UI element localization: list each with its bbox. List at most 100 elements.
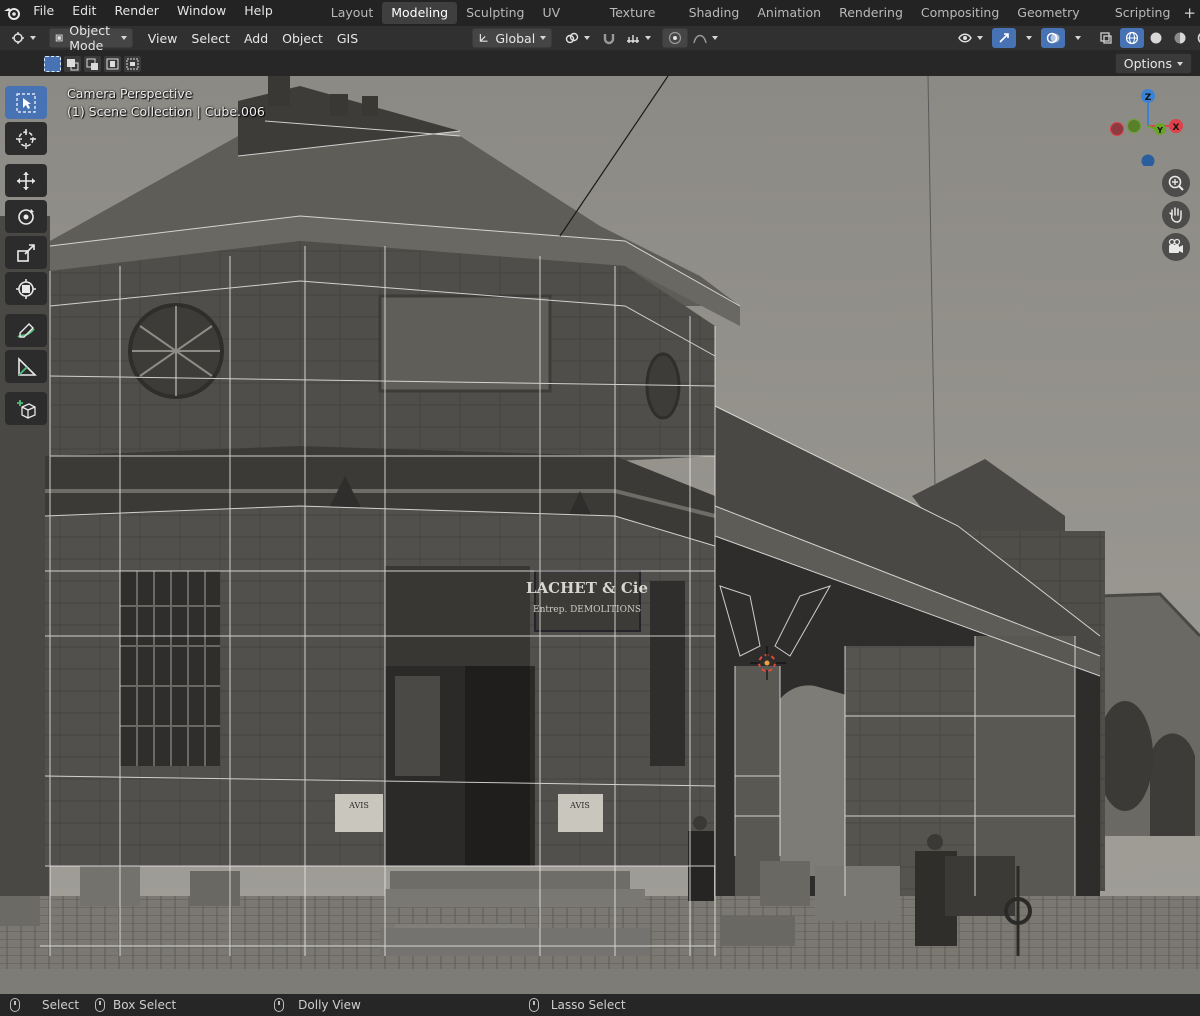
add-workspace-button[interactable]: + xyxy=(1179,4,1200,22)
neg-y-axis-handle-icon[interactable] xyxy=(1127,119,1141,133)
tab-texture-paint[interactable]: Texture Paint xyxy=(601,2,680,42)
status-select-label: Select xyxy=(42,998,80,1012)
options-dropdown[interactable]: Options xyxy=(1114,53,1192,74)
3d-viewport[interactable]: LACHET & Cie Entrep. DEMOLITIONS AVIS AV… xyxy=(0,76,1200,994)
chevron-down-icon xyxy=(1026,36,1033,40)
viewport-info: Camera Perspective (1) Scene Collection … xyxy=(67,85,265,121)
scale-tool[interactable] xyxy=(5,236,47,269)
overlays-icon xyxy=(1046,32,1060,44)
top-menu-bar: File Edit Render Window Help Layout Mode… xyxy=(0,0,1200,42)
shading-solid-button[interactable] xyxy=(1144,28,1168,48)
workspace-tabs: Layout Modeling Sculpting UV Editing Tex… xyxy=(322,0,1200,42)
tab-geometry-nodes[interactable]: Geometry Nodes xyxy=(1008,2,1106,42)
cursor-tool[interactable] xyxy=(5,122,47,155)
gizmo-arrow-icon xyxy=(999,33,1009,43)
blender-logo-icon[interactable] xyxy=(0,0,24,26)
select-subtract-mode-icon[interactable] xyxy=(84,56,101,72)
ruler-icon xyxy=(18,356,37,376)
proportional-edit-toggle[interactable] xyxy=(662,28,689,48)
menu-help[interactable]: Help xyxy=(235,0,282,26)
move-tool[interactable] xyxy=(5,164,47,197)
pivot-link-icon xyxy=(565,32,579,44)
overlays-toggle[interactable] xyxy=(1041,28,1066,48)
camera-background-photo: LACHET & Cie Entrep. DEMOLITIONS AVIS AV… xyxy=(0,76,1200,994)
menu-add[interactable]: Add xyxy=(237,31,275,46)
editor-type-button[interactable] xyxy=(6,28,41,48)
chevron-down-icon xyxy=(30,36,36,40)
zoom-icon xyxy=(1168,175,1184,191)
select-cursor-icon xyxy=(16,92,36,113)
navigation-gizmo[interactable]: Z X Y xyxy=(1108,86,1188,166)
falloff-dropdown[interactable] xyxy=(688,28,723,48)
mode-dropdown[interactable]: Object Mode xyxy=(49,23,133,53)
shading-rendered-button[interactable] xyxy=(1192,28,1200,48)
chevron-down-icon xyxy=(645,36,652,40)
snap-toggle[interactable] xyxy=(597,28,621,48)
status-box-select-label: Box Select xyxy=(113,998,177,1012)
tab-shading[interactable]: Shading xyxy=(680,2,749,24)
chevron-down-icon xyxy=(1075,36,1082,40)
tab-layout[interactable]: Layout xyxy=(322,2,383,24)
crosshair-cursor-icon xyxy=(16,128,36,149)
tab-compositing[interactable]: Compositing xyxy=(912,2,1008,24)
pan-button[interactable] xyxy=(1162,201,1190,229)
menu-object[interactable]: Object xyxy=(275,31,330,46)
select-invert-mode-icon[interactable] xyxy=(104,56,121,72)
y-axis-label: Y xyxy=(1156,126,1163,135)
tab-rendering[interactable]: Rendering xyxy=(830,2,912,24)
mouse-right-icon xyxy=(528,998,539,1012)
tab-animation[interactable]: Animation xyxy=(748,2,830,24)
orientation-dropdown[interactable]: Global xyxy=(472,28,553,48)
mouse-left-icon xyxy=(10,998,20,1012)
rotate-tool[interactable] xyxy=(5,200,47,233)
menu-view[interactable]: View xyxy=(141,31,185,46)
status-box-select: Box Select xyxy=(95,998,176,1012)
mouse-middle-icon xyxy=(95,998,106,1012)
tool-settings-bar: Options xyxy=(0,50,1200,76)
tab-modeling[interactable]: Modeling xyxy=(382,2,458,24)
status-bar: Select Box Select Dolly View Lasso Selec… xyxy=(0,994,1200,1016)
zoom-button[interactable] xyxy=(1162,169,1190,197)
menu-select[interactable]: Select xyxy=(184,31,237,46)
gizmo-toggle[interactable] xyxy=(992,28,1017,48)
pencil-icon xyxy=(17,322,35,338)
hand-icon xyxy=(1169,207,1182,223)
overlays-dropdown[interactable] xyxy=(1065,28,1086,48)
add-cube-tool[interactable] xyxy=(5,392,47,425)
shop-sign-subtitle: Entrep. DEMOLITIONS xyxy=(533,605,641,615)
options-label: Options xyxy=(1123,56,1172,71)
neg-x-axis-handle-icon[interactable] xyxy=(1110,122,1124,136)
shading-material-button[interactable] xyxy=(1168,28,1192,48)
camera-view-button[interactable] xyxy=(1162,233,1190,261)
camera-icon xyxy=(1168,238,1183,253)
tab-scripting[interactable]: Scripting xyxy=(1106,2,1180,24)
editor-type-icon xyxy=(12,32,24,44)
solid-sphere-icon xyxy=(1150,32,1162,44)
select-intersect-mode-icon[interactable] xyxy=(124,56,141,72)
material-sphere-icon xyxy=(1174,32,1186,44)
z-axis-label: Z xyxy=(1145,93,1152,103)
xray-toggle[interactable] xyxy=(1094,28,1118,48)
menu-window[interactable]: Window xyxy=(168,0,235,26)
tab-uv-editing[interactable]: UV Editing xyxy=(534,2,601,42)
menu-file[interactable]: File xyxy=(24,0,63,26)
measure-tool[interactable] xyxy=(5,350,47,383)
neg-z-axis-handle-icon[interactable] xyxy=(1141,154,1155,167)
add-cube-icon xyxy=(17,399,36,419)
gizmo-dropdown[interactable] xyxy=(1016,28,1037,48)
annotate-tool[interactable] xyxy=(5,314,47,347)
transform-tool[interactable] xyxy=(5,272,47,305)
shading-wireframe-button[interactable] xyxy=(1120,28,1145,48)
pivot-point-button[interactable] xyxy=(560,28,595,48)
chevron-down-icon xyxy=(1177,61,1183,66)
tab-sculpting[interactable]: Sculpting xyxy=(457,2,533,24)
x-axis-label: X xyxy=(1173,123,1180,133)
proportional-edit-icon xyxy=(669,31,682,45)
snap-target-dropdown[interactable] xyxy=(621,28,656,48)
select-extend-mode-icon[interactable] xyxy=(64,56,81,72)
menu-gis[interactable]: GIS xyxy=(330,31,365,46)
select-new-mode-icon[interactable] xyxy=(44,56,61,72)
select-box-tool[interactable] xyxy=(5,86,47,119)
viewport-header: Object Mode View Select Add Object GIS G… xyxy=(0,23,1200,53)
visibility-dropdown[interactable] xyxy=(953,28,988,48)
